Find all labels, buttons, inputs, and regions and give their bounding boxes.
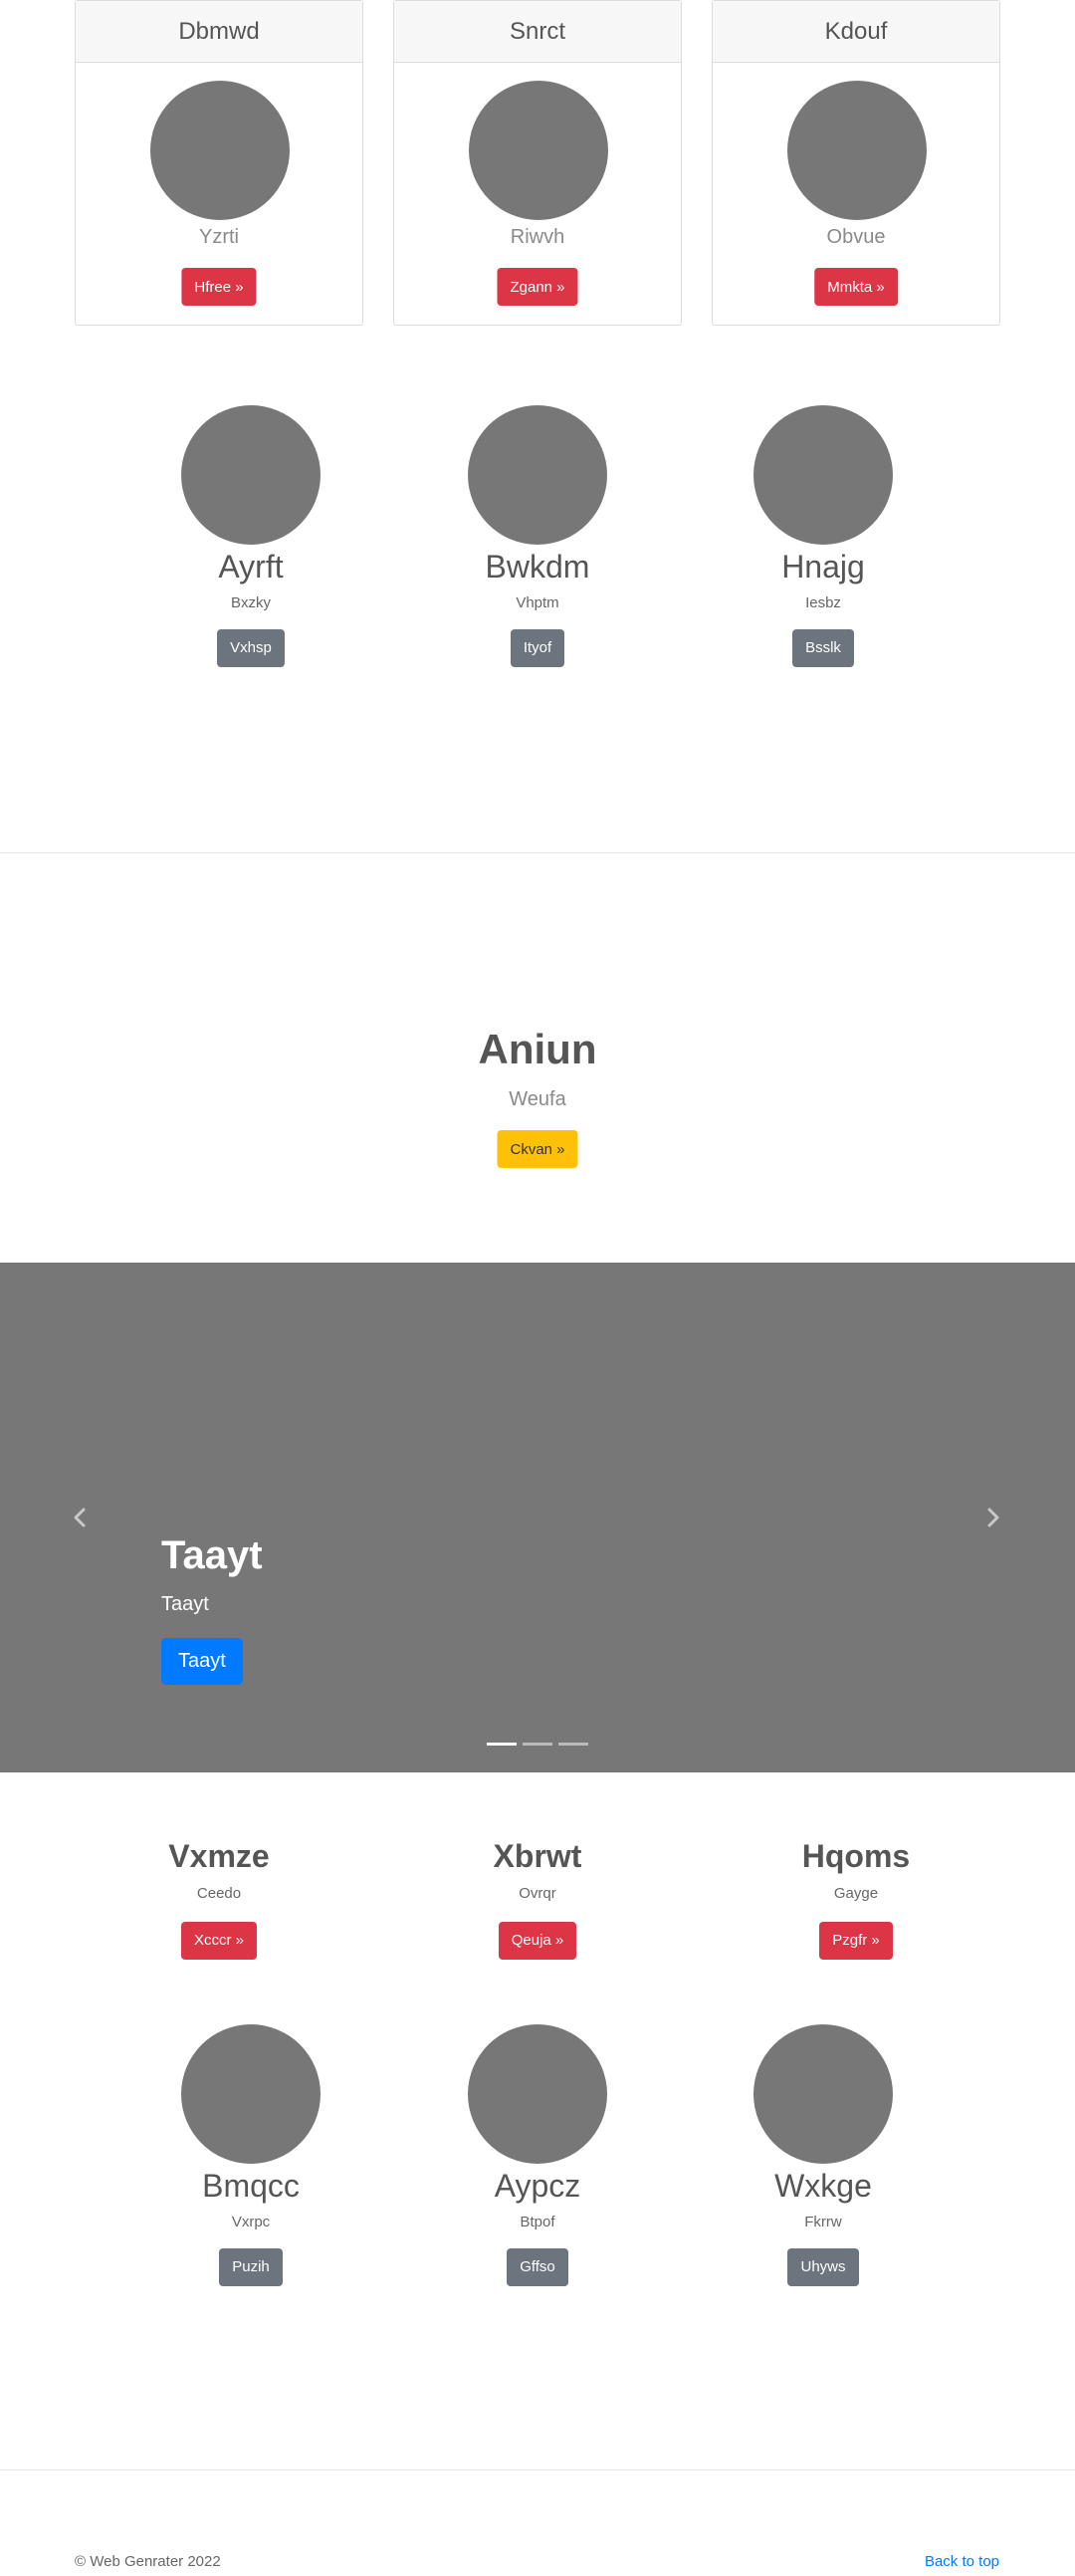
profile-button[interactable]: Uhyws	[787, 2248, 859, 2286]
carousel-indicator[interactable]	[558, 1743, 588, 1746]
section-divider	[0, 2469, 1075, 2470]
feature-subtitle: Ovrqr	[519, 1885, 556, 1902]
profile-name: Bwkdm	[485, 549, 590, 585]
profile: Ayrft Bxzky Vxhsp	[141, 405, 360, 667]
chevron-left-icon	[74, 1508, 86, 1527]
hero-subtitle: Weufa	[509, 1088, 566, 1110]
carousel-caption-subtitle: Taayt	[161, 1593, 209, 1615]
avatar	[181, 2024, 321, 2164]
feature-button[interactable]: Qeuja »	[498, 1922, 577, 1960]
profile-subtitle: Bxzky	[230, 594, 271, 611]
chevron-right-icon	[987, 1508, 999, 1527]
avatar	[753, 2024, 893, 2164]
feature-title: Xbrwt	[493, 1838, 582, 1874]
carousel-indicator[interactable]	[523, 1743, 552, 1746]
card-image-placeholder	[787, 81, 927, 220]
avatar	[468, 2024, 607, 2164]
carousel: Taayt Taayt Taayt	[0, 1263, 1075, 1772]
hero-button[interactable]: Ckvan »	[497, 1130, 578, 1168]
profile-subtitle: Iesbz	[805, 594, 841, 611]
card-button[interactable]: Mmkta »	[814, 268, 898, 306]
hero-title: Aniun	[478, 1026, 597, 1072]
feature-title: Hqoms	[801, 1838, 911, 1874]
profile-name: Aypcz	[494, 2168, 581, 2204]
feature-column: Vxmze Ceedo Xcccr »	[90, 1837, 348, 1960]
carousel-indicator[interactable]	[487, 1743, 517, 1746]
avatar	[468, 405, 607, 545]
feature-button[interactable]: Xcccr »	[180, 1922, 257, 1960]
card: Snrct Riwvh Zgann »	[393, 0, 682, 326]
avatar	[181, 405, 321, 545]
profile-button[interactable]: Vxhsp	[217, 629, 285, 667]
card: Kdouf Obvue Mmkta »	[712, 0, 1000, 326]
carousel-prev-button[interactable]	[68, 1494, 92, 1541]
profile-subtitle: Btpof	[520, 2214, 555, 2230]
card-subtitle: Yzrti	[199, 226, 239, 248]
profile-button[interactable]: Puzih	[219, 2248, 283, 2286]
feature-column: Hqoms Gayge Pzgfr »	[727, 1837, 985, 1960]
profile: Aypcz Btpof Gffso	[428, 2024, 647, 2286]
card-title: Snrct	[394, 1, 681, 63]
profile: Bmqcc Vxrpc Puzih	[141, 2024, 360, 2286]
card-button[interactable]: Hfree »	[181, 268, 257, 306]
profile-subtitle: Vxrpc	[231, 2214, 271, 2230]
profile-button[interactable]: Gffso	[507, 2248, 568, 2286]
card-button[interactable]: Zgann »	[497, 268, 578, 306]
profile-subtitle: Vhptm	[516, 594, 559, 611]
carousel-next-button[interactable]	[981, 1494, 1005, 1541]
profile: Hnajg Iesbz Bsslk	[714, 405, 933, 667]
section-divider	[0, 852, 1075, 853]
card-subtitle: Obvue	[826, 226, 886, 248]
avatar	[753, 405, 893, 545]
card-image-placeholder	[469, 81, 608, 220]
copyright-text: © Web Genrater 2022	[75, 2553, 221, 2570]
feature-title: Vxmze	[168, 1838, 270, 1874]
feature-column: Xbrwt Ovrqr Qeuja »	[408, 1837, 667, 1960]
card-subtitle: Riwvh	[510, 226, 565, 248]
profile-subtitle: Fkrrw	[804, 2214, 842, 2230]
back-to-top-link[interactable]: Back to top	[925, 2553, 999, 2570]
carousel-caption-title: Taayt	[161, 1533, 263, 1577]
profile: Wxkge Fkrrw Uhyws	[714, 2024, 933, 2286]
card-title: Dbmwd	[76, 1, 362, 63]
card-image-placeholder	[150, 81, 290, 220]
card: Dbmwd Yzrti Hfree »	[75, 0, 363, 326]
feature-subtitle: Ceedo	[196, 1885, 242, 1902]
profile-name: Hnajg	[781, 549, 865, 585]
profile-name: Ayrft	[218, 549, 284, 585]
feature-button[interactable]: Pzgfr »	[819, 1922, 893, 1960]
profile-name: Bmqcc	[202, 2168, 300, 2204]
profile-name: Wxkge	[774, 2168, 872, 2204]
profile-button[interactable]: Bsslk	[792, 629, 854, 667]
carousel-caption-button[interactable]: Taayt	[161, 1638, 243, 1685]
profile: Bwkdm Vhptm Ityof	[428, 405, 647, 667]
profile-button[interactable]: Ityof	[510, 629, 565, 667]
feature-subtitle: Gayge	[833, 1885, 879, 1902]
card-title: Kdouf	[713, 1, 999, 63]
